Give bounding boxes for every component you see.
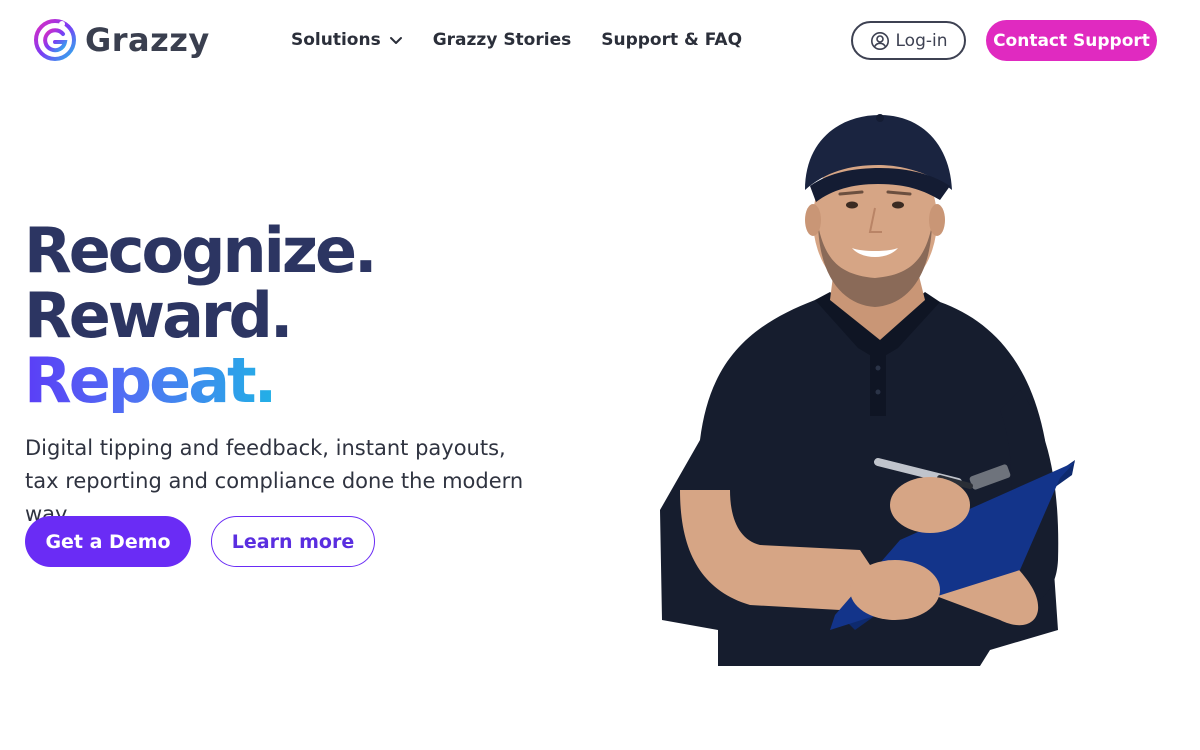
login-label: Log-in	[895, 30, 948, 51]
hero-line-repeat: Repeat.	[24, 344, 277, 417]
chevron-down-icon	[389, 37, 402, 44]
nav-item-support-faq[interactable]: Support & FAQ	[601, 29, 742, 51]
grazzy-logo-icon	[34, 19, 76, 61]
nav-item-label: Support & FAQ	[601, 30, 743, 50]
hero-headline: Recognize. Reward. Repeat.	[24, 214, 378, 417]
hero-line-recognize: Recognize.	[24, 214, 378, 287]
main-nav: Solutions Grazzy Stories Support & FAQ	[291, 29, 742, 51]
learn-more-label: Learn more	[231, 530, 355, 553]
hero-line-reward: Reward.	[24, 279, 293, 352]
contact-support-button[interactable]: Contact Support	[986, 20, 1157, 61]
delivery-worker-photo	[660, 114, 1075, 666]
site-header: Grazzy Solutions Grazzy Stories Support …	[0, 0, 1200, 82]
learn-more-button[interactable]: Learn more	[211, 516, 375, 567]
contact-support-label: Contact Support	[993, 30, 1150, 51]
brand-name: Grazzy	[85, 21, 210, 59]
page: Grazzy Solutions Grazzy Stories Support …	[0, 0, 1200, 750]
hero-image	[640, 110, 1090, 666]
nav-item-label: Grazzy Stories	[432, 30, 572, 50]
user-circle-icon	[870, 31, 889, 50]
nav-item-solutions[interactable]: Solutions	[291, 29, 403, 51]
get-demo-button[interactable]: Get a Demo	[25, 516, 191, 567]
brand-logo[interactable]: Grazzy	[33, 18, 210, 62]
login-button[interactable]: Log-in	[851, 21, 966, 60]
get-demo-label: Get a Demo	[45, 530, 171, 553]
nav-item-grazzy-stories[interactable]: Grazzy Stories	[433, 29, 572, 51]
nav-item-label: Solutions	[291, 30, 381, 50]
